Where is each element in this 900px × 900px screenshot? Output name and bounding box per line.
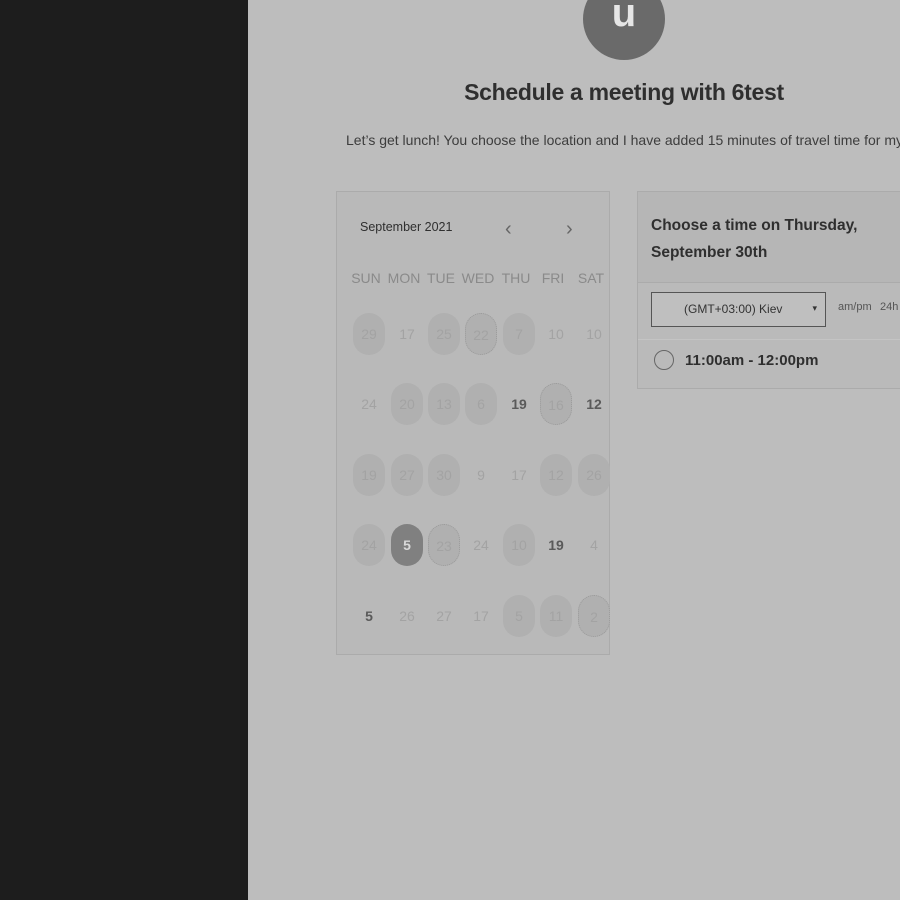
calendar-day-cell[interactable]: 30 [428,454,460,496]
weekday-label: THU [501,270,531,286]
time-picker-card: Choose a time on Thursday, September 30t… [637,191,900,389]
calendar-month-label: September 2021 [360,220,453,234]
calendar-day-cell[interactable]: 10 [503,524,535,566]
calendar-day-cell[interactable]: 25 [428,313,460,355]
calendar-day-cell[interactable]: 10 [578,313,610,355]
time-picker-title: Choose a time on Thursday, September 30t… [651,217,858,261]
radio-button-icon[interactable] [654,350,674,370]
chevron-down-icon: ▾ [812,303,817,313]
selected-day-cell[interactable]: 5 [391,524,423,566]
weekday-label: TUE [427,270,455,286]
calendar-day-cell[interactable]: 20 [391,383,423,425]
calendar-day-cell[interactable]: 11 [540,595,572,637]
calendar-day-cell[interactable]: 6 [465,383,497,425]
time-picker-header: Choose a time on Thursday, September 30t… [638,192,900,283]
calendar-day-cell[interactable]: 23 [428,524,460,566]
calendar-day-cell[interactable]: 19 [503,383,535,425]
calendar-day-cell[interactable]: 22 [465,313,497,355]
page-title: Schedule a meeting with 6test [464,79,784,105]
calendar-day-cell[interactable]: 2 [578,595,610,637]
calendar-day-cell[interactable]: 5 [503,595,535,637]
calendar-day-cell[interactable]: 10 [540,313,572,355]
calendar-day-cell[interactable]: 19 [540,524,572,566]
meeting-description: Let’s get lunch! You choose the location… [346,132,900,148]
avatar-letter: u [611,0,637,35]
calendar-day-cell[interactable]: 27 [428,595,460,637]
calendar-day-cell[interactable]: 24 [353,524,385,566]
weekday-label: MON [387,270,421,286]
time-slot-label: 11:00am - 12:00pm [685,352,819,369]
calendar-day-cell[interactable]: 24 [353,383,385,425]
calendar-day-cell[interactable]: 24 [465,524,497,566]
weekday-label: SAT [577,270,605,286]
calendar-day-cell[interactable]: 12 [540,454,572,496]
calendar-day-cell[interactable]: 26 [578,454,610,496]
next-month-icon[interactable]: › [566,219,573,239]
calendar-day-cell[interactable]: 17 [391,313,423,355]
calendar-day-cell[interactable]: 12 [578,383,610,425]
prev-month-icon[interactable]: ‹ [505,219,512,239]
timezone-value: (GMT+03:00) Kiev [684,302,783,316]
calendar-day-cell[interactable]: 9 [465,454,497,496]
calendar-day-cell[interactable]: 17 [503,454,535,496]
calendar-day-cell[interactable]: 27 [391,454,423,496]
calendar-day-cell[interactable]: 7 [503,313,535,355]
format-ampm-toggle[interactable]: am/pm [838,301,872,313]
weekday-label: SUN [351,270,381,286]
format-24h-toggle[interactable]: 24h [880,301,898,313]
calendar-card: September 2021 ‹ › SUN MON TUE WED THU FRI SAT… [336,191,610,655]
calendar-day-cell[interactable]: 13 [428,383,460,425]
time-slot-option[interactable]: 11:00am - 12:00pm [638,339,900,383]
calendar-day-cell[interactable]: 5 [353,595,385,637]
weekday-label: FRI [541,270,565,286]
calendar-day-cell[interactable]: 17 [465,595,497,637]
timezone-select[interactable]: (GMT+03:00) Kiev ▾ [651,292,826,327]
calendar-day-cell[interactable]: 4 [578,524,610,566]
calendar-day-cell[interactable]: 19 [353,454,385,496]
calendar-day-cell[interactable]: 26 [391,595,423,637]
weekday-label: WED [461,270,495,286]
left-dark-pane [0,0,248,900]
calendar-day-cell[interactable]: 29 [353,313,385,355]
calendar-day-cell[interactable]: 16 [540,383,572,425]
